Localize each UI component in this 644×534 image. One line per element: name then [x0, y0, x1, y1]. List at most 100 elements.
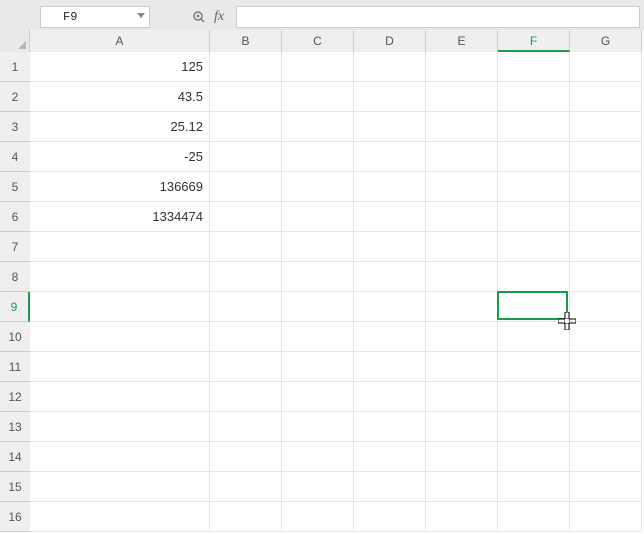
cell-D1[interactable] — [354, 52, 426, 82]
row-header-9[interactable]: 9 — [0, 292, 30, 322]
cell-G14[interactable] — [570, 442, 642, 472]
cell-C2[interactable] — [282, 82, 354, 112]
cell-F7[interactable] — [498, 232, 570, 262]
cell-E5[interactable] — [426, 172, 498, 202]
column-header-D[interactable]: D — [354, 30, 426, 52]
cell-B11[interactable] — [210, 352, 282, 382]
cell-D2[interactable] — [354, 82, 426, 112]
row-header-11[interactable]: 11 — [0, 352, 30, 382]
cell-F13[interactable] — [498, 412, 570, 442]
cell-D15[interactable] — [354, 472, 426, 502]
cell-B12[interactable] — [210, 382, 282, 412]
cell-F6[interactable] — [498, 202, 570, 232]
select-all-corner[interactable] — [0, 30, 30, 52]
cell-G1[interactable] — [570, 52, 642, 82]
row-header-16[interactable]: 16 — [0, 502, 30, 532]
cell-G3[interactable] — [570, 112, 642, 142]
cell-E14[interactable] — [426, 442, 498, 472]
column-header-B[interactable]: B — [210, 30, 282, 52]
cell-C11[interactable] — [282, 352, 354, 382]
cell-F16[interactable] — [498, 502, 570, 532]
cells-area[interactable]: 12543.525.12-251366691334474 — [30, 52, 642, 532]
cell-C13[interactable] — [282, 412, 354, 442]
cell-G12[interactable] — [570, 382, 642, 412]
cell-G9[interactable] — [570, 292, 642, 322]
cell-C10[interactable] — [282, 322, 354, 352]
cell-C14[interactable] — [282, 442, 354, 472]
cell-C16[interactable] — [282, 502, 354, 532]
column-header-C[interactable]: C — [282, 30, 354, 52]
cell-E11[interactable] — [426, 352, 498, 382]
chevron-down-icon[interactable] — [137, 13, 145, 18]
cell-D10[interactable] — [354, 322, 426, 352]
cell-B16[interactable] — [210, 502, 282, 532]
cell-C9[interactable] — [282, 292, 354, 322]
column-header-F[interactable]: F — [498, 30, 570, 52]
cell-D3[interactable] — [354, 112, 426, 142]
cell-G6[interactable] — [570, 202, 642, 232]
row-header-1[interactable]: 1 — [0, 52, 30, 82]
cell-E12[interactable] — [426, 382, 498, 412]
cell-F14[interactable] — [498, 442, 570, 472]
cell-D8[interactable] — [354, 262, 426, 292]
row-header-2[interactable]: 2 — [0, 82, 30, 112]
cell-C7[interactable] — [282, 232, 354, 262]
row-header-10[interactable]: 10 — [0, 322, 30, 352]
cell-E4[interactable] — [426, 142, 498, 172]
cell-A9[interactable] — [30, 292, 210, 322]
cell-C5[interactable] — [282, 172, 354, 202]
cell-A7[interactable] — [30, 232, 210, 262]
column-header-E[interactable]: E — [426, 30, 498, 52]
cell-A8[interactable] — [30, 262, 210, 292]
cell-B7[interactable] — [210, 232, 282, 262]
cell-F5[interactable] — [498, 172, 570, 202]
cell-E13[interactable] — [426, 412, 498, 442]
cell-F2[interactable] — [498, 82, 570, 112]
expand-icon[interactable] — [188, 10, 210, 24]
cell-A1[interactable]: 125 — [30, 52, 210, 82]
row-header-12[interactable]: 12 — [0, 382, 30, 412]
row-header-5[interactable]: 5 — [0, 172, 30, 202]
cell-B5[interactable] — [210, 172, 282, 202]
row-header-15[interactable]: 15 — [0, 472, 30, 502]
cell-F9[interactable] — [498, 292, 570, 322]
cell-F12[interactable] — [498, 382, 570, 412]
fx-label[interactable]: fx — [210, 9, 236, 25]
cell-A14[interactable] — [30, 442, 210, 472]
cell-C15[interactable] — [282, 472, 354, 502]
cell-F4[interactable] — [498, 142, 570, 172]
cell-C4[interactable] — [282, 142, 354, 172]
cell-G13[interactable] — [570, 412, 642, 442]
cell-E8[interactable] — [426, 262, 498, 292]
cell-D6[interactable] — [354, 202, 426, 232]
cell-B6[interactable] — [210, 202, 282, 232]
cell-B9[interactable] — [210, 292, 282, 322]
row-header-13[interactable]: 13 — [0, 412, 30, 442]
cell-A6[interactable]: 1334474 — [30, 202, 210, 232]
row-header-4[interactable]: 4 — [0, 142, 30, 172]
cell-E6[interactable] — [426, 202, 498, 232]
row-header-14[interactable]: 14 — [0, 442, 30, 472]
cell-D16[interactable] — [354, 502, 426, 532]
column-header-A[interactable]: A — [30, 30, 210, 52]
cell-E2[interactable] — [426, 82, 498, 112]
cell-G11[interactable] — [570, 352, 642, 382]
cell-G8[interactable] — [570, 262, 642, 292]
cell-E9[interactable] — [426, 292, 498, 322]
cell-A10[interactable] — [30, 322, 210, 352]
cell-F10[interactable] — [498, 322, 570, 352]
row-header-3[interactable]: 3 — [0, 112, 30, 142]
cell-D5[interactable] — [354, 172, 426, 202]
row-header-6[interactable]: 6 — [0, 202, 30, 232]
cell-B2[interactable] — [210, 82, 282, 112]
cell-A2[interactable]: 43.5 — [30, 82, 210, 112]
formula-input[interactable] — [236, 6, 640, 28]
cell-E1[interactable] — [426, 52, 498, 82]
cell-E3[interactable] — [426, 112, 498, 142]
cell-A5[interactable]: 136669 — [30, 172, 210, 202]
cell-C12[interactable] — [282, 382, 354, 412]
cell-A12[interactable] — [30, 382, 210, 412]
name-box[interactable]: F9 — [40, 6, 150, 28]
cell-F1[interactable] — [498, 52, 570, 82]
cell-G4[interactable] — [570, 142, 642, 172]
